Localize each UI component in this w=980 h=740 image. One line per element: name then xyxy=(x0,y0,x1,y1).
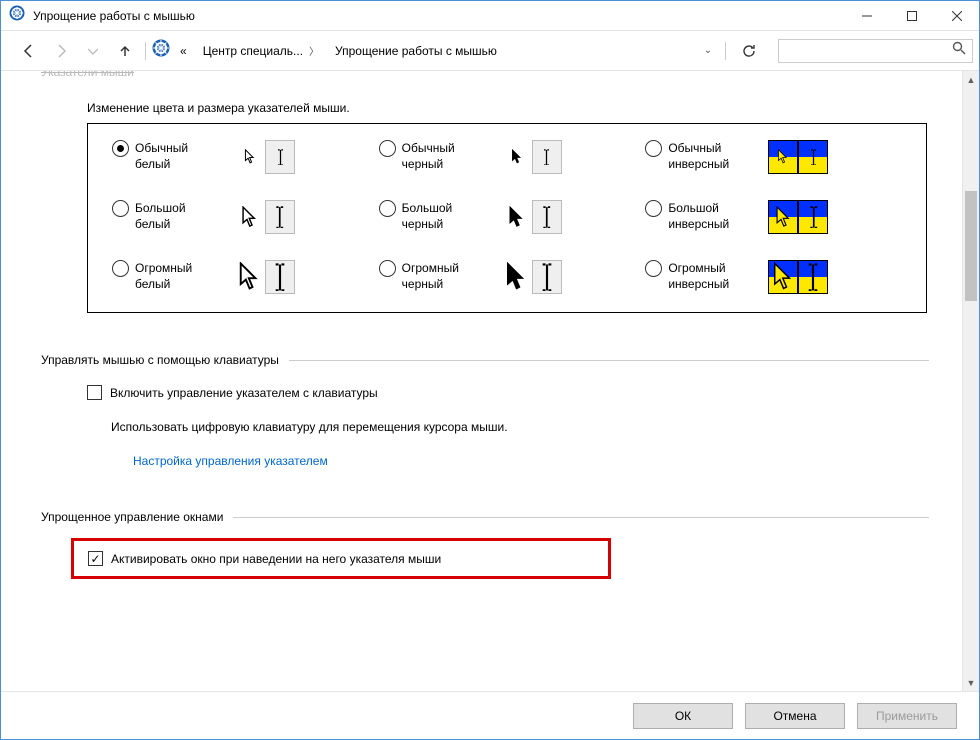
search-box[interactable] xyxy=(778,39,973,63)
divider xyxy=(233,517,929,518)
pointer-label-2: Обычныйинверсный xyxy=(668,140,758,172)
pointer-options-grid: Обычныйбелый Обычныйчерный Обычныйинверс… xyxy=(87,123,927,313)
pointer-label-0: Обычныйбелый xyxy=(135,140,225,172)
pointer-radio-6[interactable] xyxy=(112,260,129,277)
apply-button[interactable]: Применить xyxy=(857,703,957,729)
pointer-radio-3[interactable] xyxy=(112,200,129,217)
app-icon xyxy=(9,5,25,26)
pointer-preview-6 xyxy=(235,260,295,294)
pointer-option-7[interactable]: Огромныйчерный xyxy=(379,260,636,294)
activate-on-hover-row[interactable]: Активировать окно при наведении на него … xyxy=(88,551,594,566)
pointer-preview-1 xyxy=(502,140,562,174)
pointer-radio-5[interactable] xyxy=(645,200,662,217)
forward-button[interactable] xyxy=(47,37,75,65)
pointer-preview-5 xyxy=(768,200,828,234)
pointer-preview-4 xyxy=(502,200,562,234)
mousekeys-desc: Использовать цифровую клавиатуру для пер… xyxy=(111,420,929,434)
divider xyxy=(289,360,929,361)
separator xyxy=(725,42,726,60)
scroll-down-button[interactable]: ▼ xyxy=(963,674,979,691)
group-windows: Упрощенное управление окнами Активироват… xyxy=(31,510,929,579)
separator xyxy=(145,42,146,60)
pointer-option-3[interactable]: Большойбелый xyxy=(112,200,369,234)
group-keyboard: Управлять мышью с помощью клавиатуры Вкл… xyxy=(31,353,929,470)
pointer-radio-7[interactable] xyxy=(379,260,396,277)
pointer-option-0[interactable]: Обычныйбелый xyxy=(112,140,369,174)
pointer-radio-8[interactable] xyxy=(645,260,662,277)
activate-on-hover-checkbox[interactable] xyxy=(88,551,103,566)
mousekeys-settings-link[interactable]: Настройка управления указателем xyxy=(133,454,328,468)
pointer-radio-1[interactable] xyxy=(379,140,396,157)
activate-on-hover-label: Активировать окно при наведении на него … xyxy=(111,552,441,566)
minimize-button[interactable] xyxy=(844,1,889,30)
pointer-radio-4[interactable] xyxy=(379,200,396,217)
enable-mousekeys-row[interactable]: Включить управление указателем с клавиат… xyxy=(87,385,929,400)
scroll-up-button[interactable]: ▲ xyxy=(963,71,979,88)
enable-mousekeys-label: Включить управление указателем с клавиат… xyxy=(110,386,378,400)
scroll-thumb[interactable] xyxy=(965,191,977,301)
pointer-preview-2 xyxy=(768,140,828,174)
cancel-button[interactable]: Отмена xyxy=(745,703,845,729)
titlebar: Упрощение работы с мышью xyxy=(1,1,979,31)
pointer-label-7: Огромныйчерный xyxy=(402,260,492,292)
group-keyboard-title: Управлять мышью с помощью клавиатуры xyxy=(41,353,279,367)
pointer-label-1: Обычныйчерный xyxy=(402,140,492,172)
pointer-preview-3 xyxy=(235,200,295,234)
pointer-option-4[interactable]: Большойчерный xyxy=(379,200,636,234)
pointer-label-8: Огромныйинверсный xyxy=(668,260,758,292)
address-dropdown[interactable]: ⌄ xyxy=(697,45,719,56)
pointer-radio-2[interactable] xyxy=(645,140,662,157)
pointer-option-1[interactable]: Обычныйчерный xyxy=(379,140,636,174)
navbar: « Центр специаль...〉 Упрощение работы с … xyxy=(1,31,979,71)
pointer-option-8[interactable]: Огромныйинверсный xyxy=(645,260,902,294)
breadcrumb-item-2[interactable]: Упрощение работы с мышью xyxy=(329,44,503,58)
section-pointer-title-cut: Указатели мыши xyxy=(41,71,929,79)
refresh-button[interactable] xyxy=(734,37,764,65)
recent-button[interactable] xyxy=(79,37,107,65)
close-button[interactable] xyxy=(934,1,979,30)
pointer-option-6[interactable]: Огромныйбелый xyxy=(112,260,369,294)
pointer-label-4: Большойчерный xyxy=(402,200,492,232)
up-button[interactable] xyxy=(111,37,139,65)
window-title: Упрощение работы с мышью xyxy=(33,9,844,23)
pointer-label-3: Большойбелый xyxy=(135,200,225,232)
breadcrumb-prefix[interactable]: « xyxy=(174,44,193,58)
scroll-pane[interactable]: Указатели мыши Изменение цвета и размера… xyxy=(1,71,979,691)
pointer-preview-8 xyxy=(768,260,828,294)
search-icon[interactable] xyxy=(952,41,966,60)
maximize-button[interactable] xyxy=(889,1,934,30)
highlighted-option: Активировать окно при наведении на него … xyxy=(71,538,611,579)
footer: ОК Отмена Применить xyxy=(1,691,979,739)
ok-button[interactable]: ОК xyxy=(633,703,733,729)
pointer-preview-7 xyxy=(502,260,562,294)
breadcrumb-item-1[interactable]: Центр специаль...〉 xyxy=(197,43,325,58)
enable-mousekeys-checkbox[interactable] xyxy=(87,385,102,400)
chevron-right-icon: 〉 xyxy=(309,43,319,58)
pointer-label-5: Большойинверсный xyxy=(668,200,758,232)
pointer-radio-0[interactable] xyxy=(112,140,129,157)
pointer-desc: Изменение цвета и размера указателей мыш… xyxy=(87,101,929,115)
group-windows-title: Упрощенное управление окнами xyxy=(41,510,223,524)
search-input[interactable] xyxy=(785,44,952,58)
pointer-preview-0 xyxy=(235,140,295,174)
pointer-label-6: Огромныйбелый xyxy=(135,260,225,292)
pointer-option-5[interactable]: Большойинверсный xyxy=(645,200,902,234)
content-area: Указатели мыши Изменение цвета и размера… xyxy=(1,71,979,691)
pointer-option-2[interactable]: Обычныйинверсный xyxy=(645,140,902,174)
control-panel-icon[interactable] xyxy=(152,39,170,62)
back-button[interactable] xyxy=(15,37,43,65)
scrollbar[interactable]: ▲ ▼ xyxy=(962,71,979,691)
